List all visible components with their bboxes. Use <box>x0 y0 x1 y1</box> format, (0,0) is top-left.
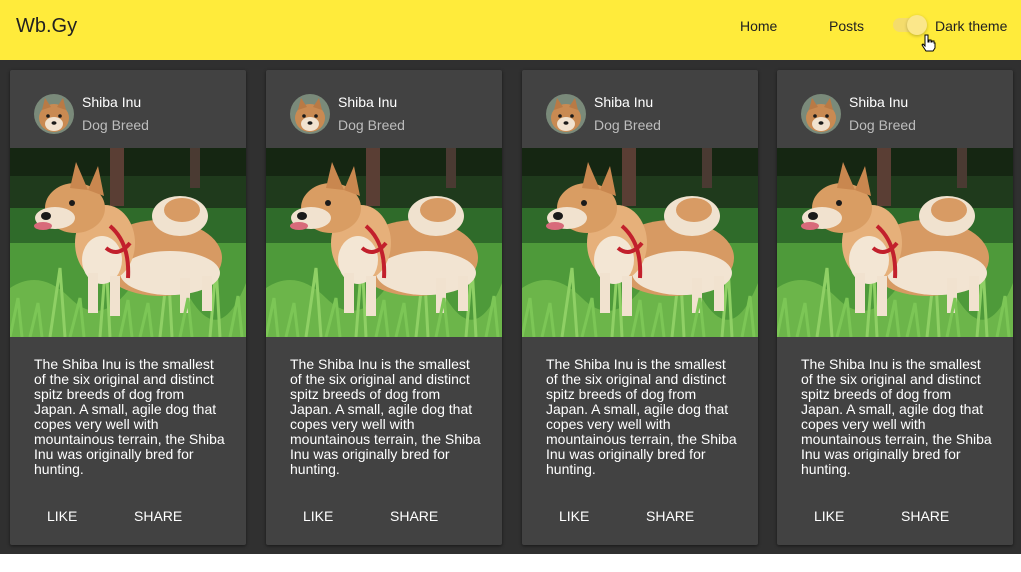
dark-theme-label: Dark theme <box>935 18 1008 34</box>
card-subtitle: Dog Breed <box>82 117 149 133</box>
post-card: Shiba Inu Dog Breed The Shiba Inu is the… <box>522 70 758 545</box>
share-button[interactable]: SHARE <box>646 507 694 525</box>
card-description: The Shiba Inu is the smallest of the six… <box>546 356 737 477</box>
card-media-image <box>10 148 246 337</box>
card-title: Shiba Inu <box>82 94 142 110</box>
card-subtitle: Dog Breed <box>849 117 916 133</box>
share-button[interactable]: SHARE <box>134 507 182 525</box>
card-media-image <box>522 148 758 337</box>
post-card: Shiba Inu Dog Breed The Shiba Inu is the… <box>266 70 502 545</box>
card-subtitle: Dog Breed <box>594 117 661 133</box>
post-card: Shiba Inu Dog Breed The Shiba Inu is the… <box>10 70 246 545</box>
card-title: Shiba Inu <box>849 94 909 110</box>
avatar <box>546 94 586 134</box>
hand-cursor-icon <box>921 34 936 52</box>
card-description: The Shiba Inu is the smallest of the six… <box>34 356 225 477</box>
card-subtitle: Dog Breed <box>338 117 405 133</box>
dark-theme-switch[interactable] <box>893 15 927 35</box>
avatar <box>801 94 841 134</box>
card-description: The Shiba Inu is the smallest of the six… <box>290 356 481 477</box>
avatar <box>290 94 330 134</box>
card-media-image <box>777 148 1013 337</box>
like-button[interactable]: LIKE <box>303 507 333 525</box>
share-button[interactable]: SHARE <box>901 507 949 525</box>
card-title: Shiba Inu <box>338 94 398 110</box>
like-button[interactable]: LIKE <box>559 507 589 525</box>
avatar <box>34 94 74 134</box>
nav-home-link[interactable]: Home <box>740 17 777 35</box>
post-card: Shiba Inu Dog Breed The Shiba Inu is the… <box>777 70 1013 545</box>
like-button[interactable]: LIKE <box>814 507 844 525</box>
nav-posts-link[interactable]: Posts <box>829 17 864 35</box>
card-media-image <box>266 148 502 337</box>
card-description: The Shiba Inu is the smallest of the six… <box>801 356 992 477</box>
content-area: Shiba Inu Dog Breed The Shiba Inu is the… <box>0 60 1021 554</box>
app-bar: Wb.Gy Home Posts Dark theme <box>0 0 1021 60</box>
brand-title[interactable]: Wb.Gy <box>16 13 77 39</box>
switch-thumb[interactable] <box>907 15 927 35</box>
like-button[interactable]: LIKE <box>47 507 77 525</box>
share-button[interactable]: SHARE <box>390 507 438 525</box>
card-title: Shiba Inu <box>594 94 654 110</box>
